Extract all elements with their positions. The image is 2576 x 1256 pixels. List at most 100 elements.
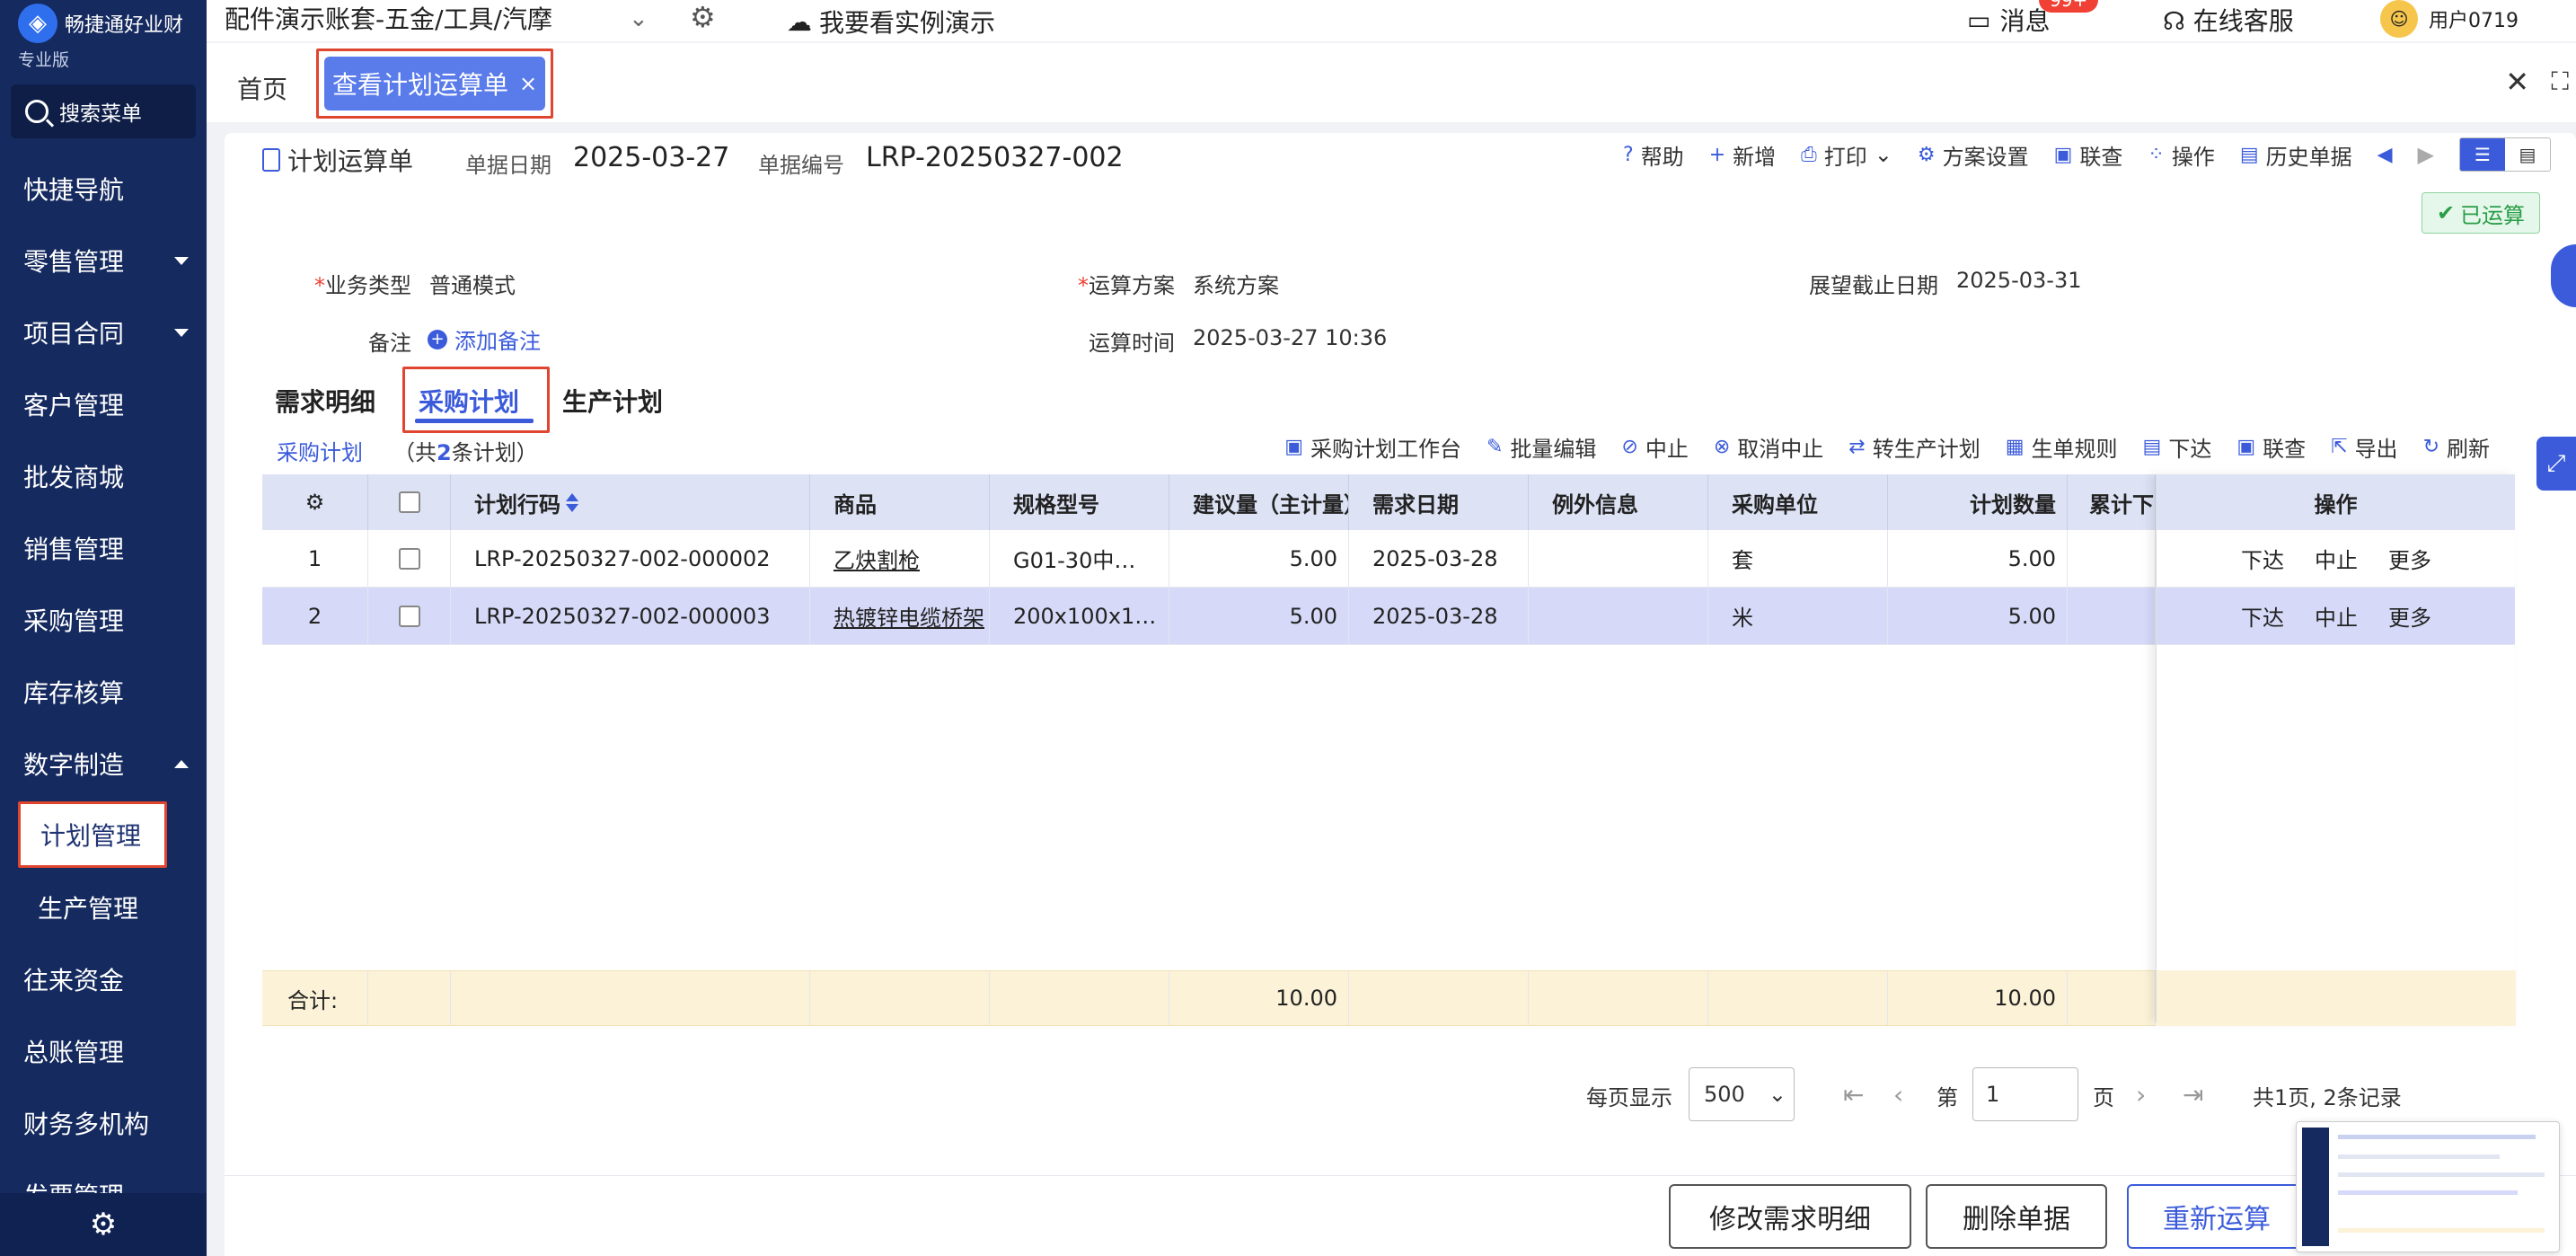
add-note-button[interactable]: + 添加备注	[428, 323, 541, 355]
deadline-value: 2025-03-31	[1956, 268, 2082, 293]
expand-panel-button[interactable]: ⤢	[2536, 437, 2576, 491]
tab-close-icon[interactable]: ×	[519, 71, 537, 96]
col-operations: 操作	[2157, 474, 2515, 530]
sidebar-item-production[interactable]: 生产管理	[0, 871, 207, 943]
scheme-settings-label: 方案设置	[1942, 144, 2029, 170]
to-production-button[interactable]: ⇄ 转生产计划	[1848, 431, 1980, 463]
demo-link[interactable]: ☁ 我要看实例演示	[787, 4, 995, 40]
help-button[interactable]: ? 帮助	[1623, 139, 1684, 171]
view-toggle[interactable]: ☰ ▤	[2459, 137, 2551, 172]
col-exception: 例外信息	[1529, 474, 1708, 530]
menu-search-label: 搜索菜单	[59, 102, 142, 126]
messages-button[interactable]: ▭ 消息	[1967, 2, 2050, 38]
top-bar: 配件演示账套-五金/工具/汽摩 ⌄ ⚙ ☁ 我要看实例演示 ▭ 消息 99+ ☊ 在…	[207, 0, 2576, 41]
tab-view-plan[interactable]: 查看计划运算单 ×	[316, 49, 553, 119]
chevron-down-icon: ⌄	[1768, 1082, 1786, 1107]
fullscreen-icon[interactable]: ⛶	[2551, 66, 2569, 97]
refresh-button[interactable]: ↻ 刷新	[2423, 431, 2490, 463]
row-product: 热镀锌电缆桥架	[810, 588, 990, 644]
sidebar-item-inventory[interactable]: 库存核算	[0, 656, 207, 728]
suspend-button[interactable]: ⊘ 中止	[1621, 431, 1688, 463]
grid-icon: ⁘	[2148, 143, 2165, 166]
release-row-button[interactable]: 下达	[2241, 600, 2284, 632]
transfer-icon: ⇄	[1848, 436, 1866, 458]
col-plan-code[interactable]: 计划行码	[451, 474, 810, 530]
batch-edit-button[interactable]: ✎ 批量编辑	[1486, 431, 1596, 463]
more-row-button[interactable]: 更多	[2388, 600, 2431, 632]
sidebar-item-plan-management[interactable]: 计划管理	[18, 801, 167, 868]
suspend-row-button[interactable]: 中止	[2315, 543, 2358, 574]
product-link[interactable]: 乙炔割枪	[834, 543, 920, 574]
row-index: 1	[262, 530, 368, 587]
total-label: 合计:	[262, 971, 368, 1025]
scheme-settings-button[interactable]: ⚙ 方案设置	[1918, 139, 2029, 171]
chevron-down-icon[interactable]: ⌄	[1875, 142, 1892, 167]
rerun-button[interactable]: 重新运算	[2127, 1184, 2307, 1249]
account-selector[interactable]: 配件演示账套-五金/工具/汽摩	[225, 0, 552, 36]
prev-page-icon[interactable]: ‹	[1893, 1080, 1903, 1110]
sidebar-item-project-contract[interactable]: 项目合同	[0, 296, 207, 368]
section-title[interactable]: 采购计划	[277, 435, 363, 466]
cancel-suspend-button[interactable]: ⊗ 取消中止	[1714, 431, 1823, 463]
workbench-button[interactable]: ▣ 采购计划工作台	[1284, 431, 1461, 463]
user-menu[interactable]: ☺ 用户0719	[2380, 0, 2519, 38]
next-page-icon[interactable]: ›	[2136, 1080, 2146, 1110]
sidebar-item-general-ledger[interactable]: 总账管理	[0, 1015, 207, 1087]
to-production-label: 转生产计划	[1872, 437, 1981, 462]
next-doc-button[interactable]: ▶	[2418, 142, 2434, 167]
close-icon[interactable]: ✕	[2505, 65, 2529, 99]
page-number-input[interactable]: 1	[1972, 1067, 2078, 1121]
new-button[interactable]: + 新增	[1709, 139, 1776, 171]
list-view-icon[interactable]: ☰	[2460, 138, 2505, 171]
total-empty	[451, 971, 810, 1025]
sidebar-item-quick-nav[interactable]: 快捷导航	[0, 153, 207, 225]
subtab-production-plan[interactable]: 生产计划	[562, 383, 663, 419]
gear-icon[interactable]: ⚙	[690, 0, 716, 34]
prev-doc-button[interactable]: ◀	[2378, 144, 2393, 166]
menu-search[interactable]: 搜索菜单	[11, 84, 196, 138]
operate-button[interactable]: ⁘ 操作	[2148, 139, 2214, 171]
subtab-purchase-plan[interactable]: 采购计划	[419, 383, 519, 419]
sort-icon[interactable]	[566, 492, 578, 512]
sidebar-item-retail[interactable]: 零售管理	[0, 225, 207, 296]
sidebar-item-wholesale[interactable]: 批发商城	[0, 440, 207, 512]
row-checkbox[interactable]	[398, 605, 420, 627]
tab-home[interactable]: 首页	[237, 70, 287, 106]
page-thumbnail[interactable]	[2296, 1121, 2560, 1252]
sidebar-item-sales[interactable]: 销售管理	[0, 512, 207, 584]
edit-icon: ✎	[1486, 436, 1504, 458]
sidebar-item-purchase[interactable]: 采购管理	[0, 584, 207, 656]
gen-rule-button[interactable]: ▦ 生单规则	[2006, 431, 2118, 463]
workbench-icon: ▣	[1284, 436, 1303, 458]
last-page-icon[interactable]: ⇥	[2183, 1080, 2203, 1110]
select-all-checkbox-cell	[368, 474, 451, 530]
print-label: 打印	[1823, 144, 1867, 170]
card-view-icon[interactable]: ▤	[2505, 138, 2550, 171]
release-row-button[interactable]: 下达	[2241, 543, 2284, 574]
online-service-button[interactable]: ☊ 在线客服	[2163, 2, 2294, 38]
sidebar-item-customer[interactable]: 客户管理	[0, 368, 207, 440]
settings-gear-button[interactable]: ⚙	[0, 1193, 207, 1256]
row-date: 2025-03-28	[1349, 588, 1529, 644]
print-button[interactable]: ⎙ 打印 ⌄	[1801, 139, 1892, 171]
link-query-button[interactable]: ▣ 联查	[2054, 139, 2123, 171]
first-page-icon[interactable]: ⇤	[1843, 1080, 1864, 1110]
history-button[interactable]: ▤ 历史单据	[2240, 139, 2352, 171]
release-button[interactable]: ▤ 下达	[2143, 431, 2212, 463]
sidebar-item-digital-manufacturing[interactable]: 数字制造	[0, 728, 207, 800]
subtab-demand-detail[interactable]: 需求明细	[275, 383, 375, 419]
suspend-row-button[interactable]: 中止	[2315, 600, 2358, 632]
query-button[interactable]: ▣ 联查	[2236, 431, 2306, 463]
select-all-checkbox[interactable]	[398, 491, 420, 513]
per-page-select[interactable]: 500 ⌄	[1689, 1067, 1795, 1121]
export-button[interactable]: ⇱ 导出	[2331, 431, 2397, 463]
chevron-down-icon[interactable]: ⌄	[629, 5, 648, 32]
sidebar-item-multi-org[interactable]: 财务多机构	[0, 1087, 207, 1159]
column-settings-button[interactable]: ⚙	[262, 474, 368, 530]
sidebar-item-funds[interactable]: 往来资金	[0, 943, 207, 1015]
row-checkbox[interactable]	[398, 547, 420, 570]
modify-demand-button[interactable]: 修改需求明细	[1669, 1184, 1911, 1249]
product-link[interactable]: 热镀锌电缆桥架	[834, 600, 984, 632]
more-row-button[interactable]: 更多	[2388, 543, 2431, 574]
delete-doc-button[interactable]: 删除单据	[1926, 1184, 2107, 1249]
